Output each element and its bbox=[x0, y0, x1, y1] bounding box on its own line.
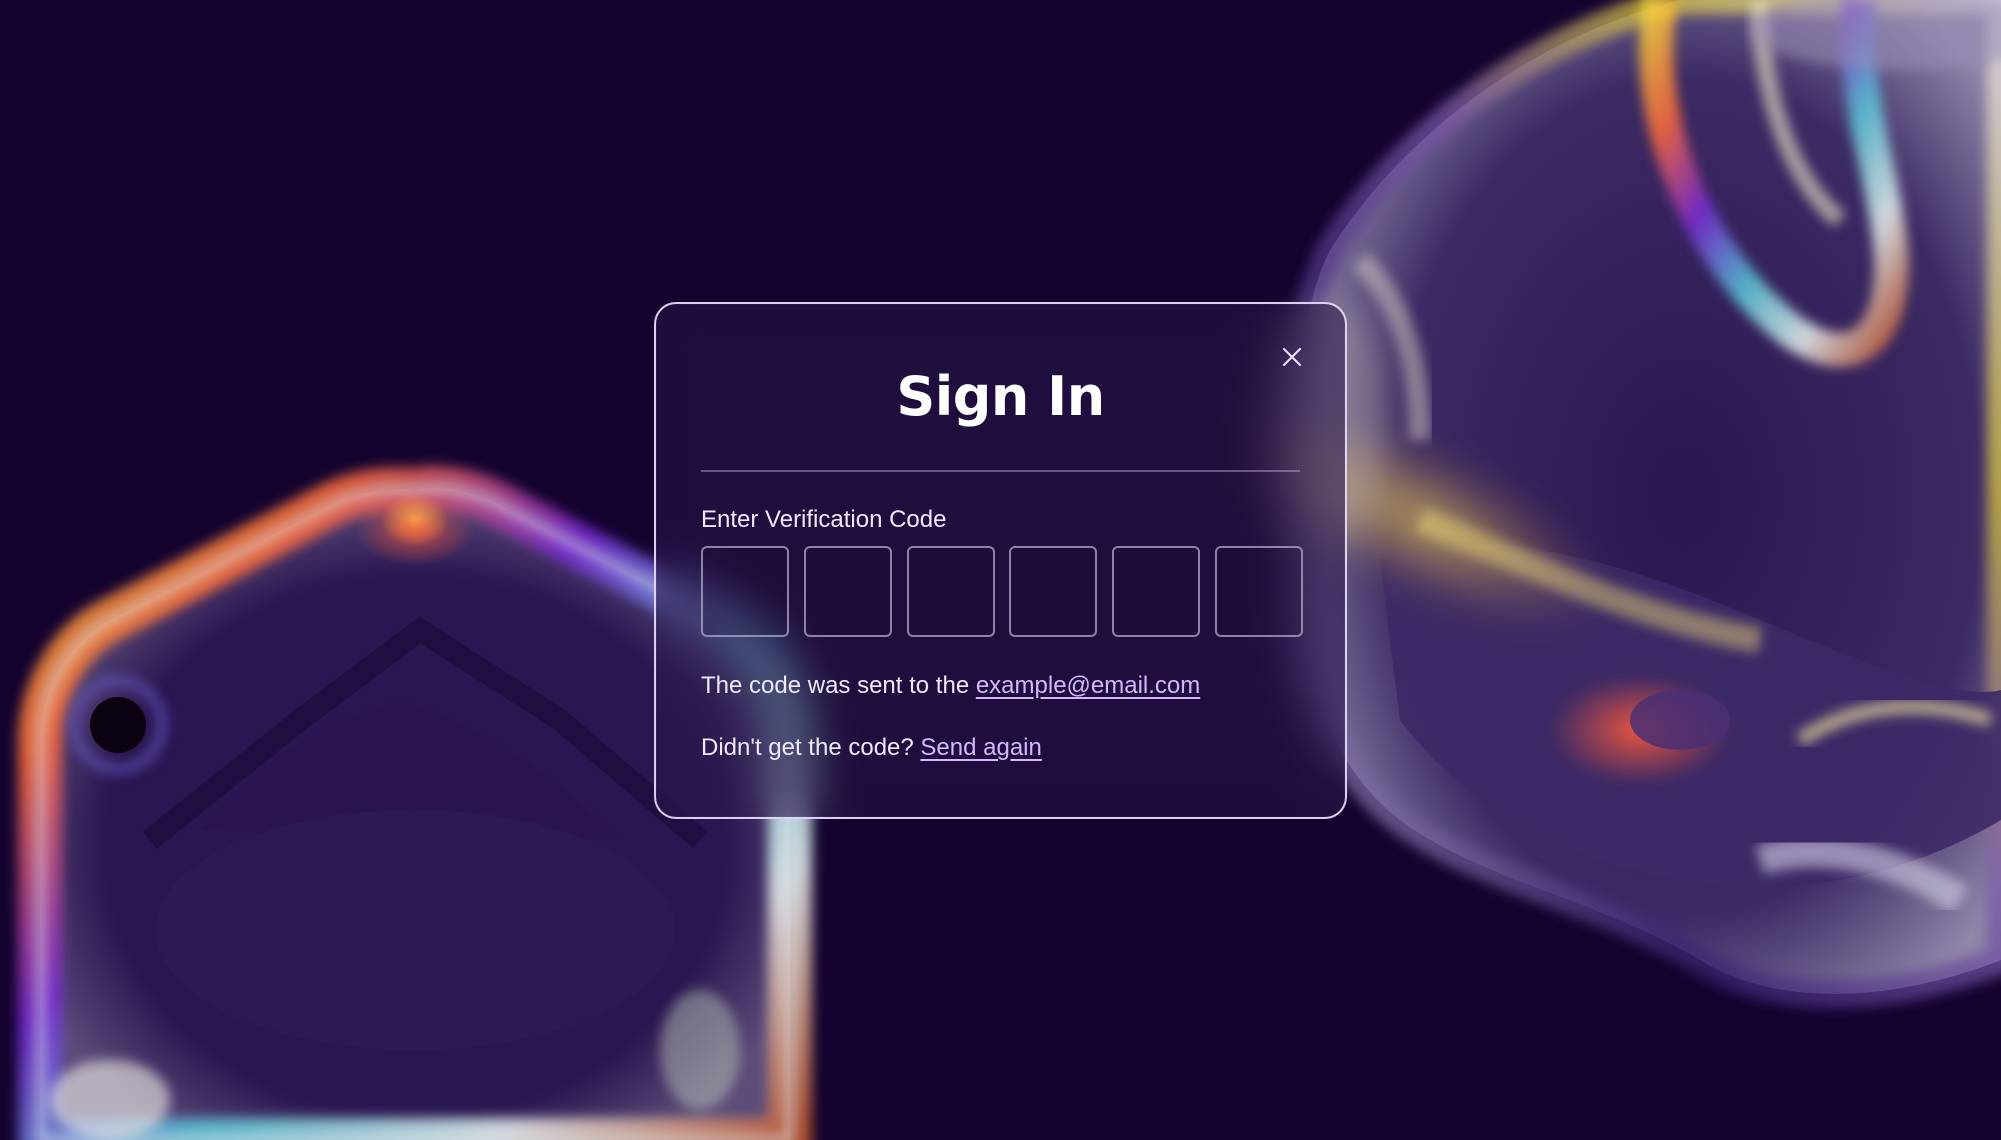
send-again-link[interactable]: Send again bbox=[920, 734, 1041, 761]
code-digit-2[interactable] bbox=[803, 546, 892, 637]
code-digit-3[interactable] bbox=[906, 546, 995, 637]
code-sent-text: The code was sent to the bbox=[701, 672, 976, 699]
code-digit-4[interactable] bbox=[1009, 546, 1098, 637]
code-digit-1[interactable] bbox=[701, 546, 789, 637]
sign-in-dialog: Sign In Enter Verification Code The code… bbox=[654, 302, 1347, 819]
close-button[interactable] bbox=[1279, 344, 1305, 370]
title-divider bbox=[701, 470, 1300, 472]
verification-code-label: Enter Verification Code bbox=[701, 506, 947, 533]
code-sent-message: The code was sent to the example@email.c… bbox=[701, 672, 1200, 701]
dialog-title: Sign In bbox=[896, 365, 1105, 428]
close-icon bbox=[1282, 347, 1302, 367]
resend-text: Didn't get the code? bbox=[701, 734, 921, 761]
verification-code-inputs bbox=[701, 546, 1303, 639]
email-link[interactable]: example@email.com bbox=[976, 672, 1200, 699]
resend-message: Didn't get the code? Send again bbox=[701, 734, 1042, 763]
code-digit-6[interactable] bbox=[1214, 546, 1303, 637]
sign-in-screen: Sign In Enter Verification Code The code… bbox=[0, 0, 2001, 1140]
code-digit-5[interactable] bbox=[1112, 546, 1201, 637]
